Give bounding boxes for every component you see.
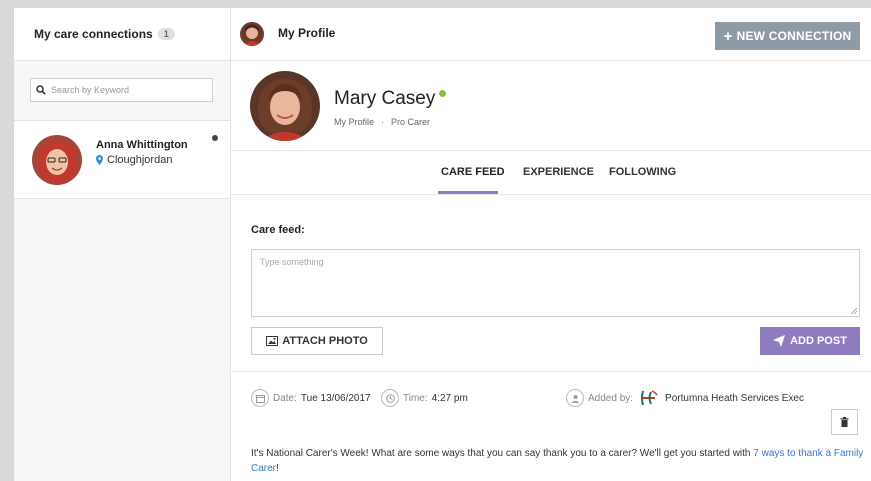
date-label: Date:	[273, 392, 297, 404]
tab-following[interactable]: FOLLOWING	[609, 166, 676, 178]
contact-location: Cloughjordan	[96, 154, 172, 166]
resize-grip-icon[interactable]	[850, 307, 858, 315]
added-by-value: Portumna Heath Services Exec	[665, 392, 804, 404]
profile-name: Mary Casey	[334, 88, 447, 110]
post-body: It's National Carer's Week! What are som…	[251, 446, 865, 476]
post-divider	[231, 371, 871, 372]
delete-post-button[interactable]	[831, 409, 858, 435]
trash-icon	[840, 417, 849, 427]
map-pin-icon	[96, 155, 103, 165]
time-value: 4:27 pm	[431, 392, 468, 404]
post-body-end: !	[276, 463, 279, 474]
hse-logo-icon	[641, 390, 658, 406]
new-connection-button[interactable]: + NEW CONNECTION	[715, 22, 860, 50]
paper-plane-icon	[773, 335, 786, 347]
post-body-text: It's National Carer's Week! What are som…	[251, 448, 754, 459]
plus-icon: +	[723, 27, 733, 45]
contact-location-text: Cloughjordan	[107, 154, 173, 166]
contact-name: Anna Whittington	[96, 139, 188, 151]
contact-avatar	[32, 135, 82, 185]
breadcrumb-separator: ·	[381, 117, 385, 127]
attach-photo-label: ATTACH PHOTO	[282, 335, 368, 347]
profile-breadcrumb: My Profile · Pro Carer	[334, 117, 430, 127]
post-added-by: Added by: Portumna Heath Services Exec	[566, 388, 804, 408]
top-profile-avatar[interactable]	[240, 22, 264, 46]
post-date: Date: Tue 13/06/2017	[251, 388, 371, 408]
user-icon	[566, 389, 584, 407]
time-label: Time:	[403, 392, 428, 404]
tab-experience[interactable]: EXPERIENCE	[523, 166, 594, 178]
tabs-border-bottom	[231, 194, 871, 195]
search-icon	[31, 85, 51, 95]
add-post-button[interactable]: ADD POST	[760, 327, 860, 355]
post-time: Time: 4:27 pm	[381, 388, 468, 408]
attach-photo-button[interactable]: ATTACH PHOTO	[251, 327, 383, 355]
care-feed-textarea[interactable]	[251, 249, 860, 317]
top-profile-link[interactable]: My Profile	[278, 26, 335, 40]
breadcrumb-role: Pro Carer	[391, 117, 431, 127]
connections-title-text: My care connections	[34, 27, 153, 41]
search-input[interactable]	[51, 85, 206, 95]
contact-status-dot	[212, 135, 218, 141]
profile-name-text: Mary Casey	[334, 88, 436, 109]
tabs-border-top	[231, 150, 871, 151]
connections-title: My care connections 1	[34, 27, 175, 41]
top-bar: My care connections 1 My Profile + NEW C…	[14, 8, 871, 61]
profile-avatar	[250, 71, 320, 141]
connections-count-badge: 1	[157, 28, 175, 40]
tab-care-feed[interactable]: CARE FEED	[441, 166, 505, 178]
online-status-dot	[439, 90, 447, 97]
panel-divider	[230, 8, 231, 481]
image-icon	[266, 336, 279, 346]
add-post-label: ADD POST	[790, 335, 847, 347]
calendar-icon	[251, 389, 269, 407]
breadcrumb-profile[interactable]: My Profile	[334, 117, 374, 127]
clock-icon	[381, 389, 399, 407]
app-window: My care connections 1 My Profile + NEW C…	[14, 8, 871, 481]
search-box[interactable]	[30, 78, 213, 102]
date-value: Tue 13/06/2017	[300, 392, 371, 404]
new-connection-label: NEW CONNECTION	[736, 29, 852, 43]
added-by-label: Added by:	[588, 392, 634, 404]
care-feed-label: Care feed:	[251, 224, 305, 236]
